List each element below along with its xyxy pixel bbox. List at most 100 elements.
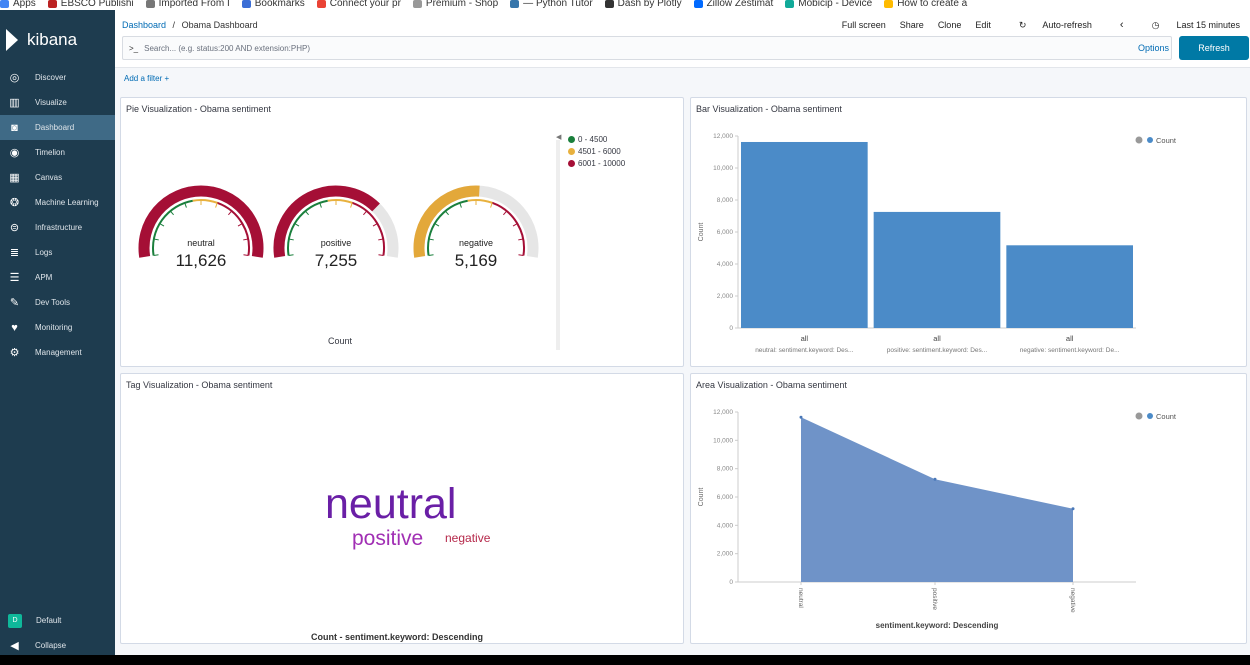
refresh-cycle-icon: ↻ <box>1018 19 1027 30</box>
gauge-positive[interactable]: positive 7,255 <box>273 185 399 270</box>
brand-name: kibana <box>27 30 78 49</box>
gauge-tick <box>159 223 165 227</box>
bookmark-item[interactable]: Apps <box>0 0 36 9</box>
gauge-negative[interactable]: negative 5,169 <box>413 185 539 270</box>
sidebar: kibana ◎ Discover ▥ Visualize ◙ Dashboard ◉ Tim… <box>0 10 115 655</box>
sidebar-item-machine-learning[interactable]: ❂ Machine Learning <box>0 190 115 215</box>
infrastructure-icon: ⊜ <box>9 222 20 234</box>
y-tick-label: 6,000 <box>717 229 734 236</box>
clock-icon: ◷ <box>1151 19 1160 30</box>
time-picker[interactable]: ◷ Last 15 minutes <box>1138 19 1240 31</box>
sidebar-item-management[interactable]: ⚙ Management <box>0 340 115 365</box>
sidebar-item-label: Discover <box>35 73 67 82</box>
sidebar-item-label: APM <box>35 273 53 282</box>
compass-icon: ◎ <box>9 72 20 84</box>
chart-legend[interactable]: Count <box>1135 136 1177 145</box>
refresh-button[interactable]: Refresh <box>1179 36 1249 60</box>
gauge-tick <box>184 202 187 208</box>
bookmark-item[interactable]: Dash by Plotly <box>604 0 682 9</box>
bookmark-item[interactable]: Premium - Shop <box>412 0 499 9</box>
time-back-button[interactable]: ‹ <box>1106 19 1124 31</box>
legend-label: 4501 - 6000 <box>578 146 621 156</box>
sidebar-item-apm[interactable]: ☰ APM <box>0 265 115 290</box>
sidebar-item-label: Monitoring <box>35 323 73 332</box>
tag-visualization-panel[interactable]: Tag Visualization - Obama sentiment neut… <box>120 373 684 644</box>
search-input[interactable]: >_ Search... (e.g. status:200 AND extens… <box>122 36 1172 60</box>
share-button[interactable]: Share <box>900 19 924 31</box>
tag-word-negative[interactable]: negative <box>445 532 490 545</box>
y-tick-label: 4,000 <box>717 261 734 268</box>
bookmark-item[interactable]: EBSCO Publishi <box>47 0 134 9</box>
sidebar-item-discover[interactable]: ◎ Discover <box>0 65 115 90</box>
x-tick-label: all <box>933 334 941 343</box>
area-visualization-panel[interactable]: Area Visualization - Obama sentiment 0 2,… <box>690 373 1247 644</box>
bookmark-item[interactable]: Mobicip - Device <box>785 0 872 9</box>
collapse-icon: ◀ <box>10 640 19 652</box>
add-filter-button[interactable]: Add a filter + <box>124 74 169 83</box>
bookmark-icon <box>241 0 251 8</box>
gauge-tick <box>228 210 232 216</box>
bookmark-item[interactable]: Connect your pr <box>316 0 401 9</box>
legend-label: Count <box>1156 136 1177 145</box>
sidebar-item-visualize[interactable]: ▥ Visualize <box>0 90 115 115</box>
bar[interactable] <box>741 141 868 328</box>
bookmark-label: Connect your pr <box>329 0 401 9</box>
legend-toggle-icon[interactable] <box>1135 412 1143 420</box>
clone-button[interactable]: Clone <box>938 19 962 31</box>
options-button[interactable]: Options <box>1138 43 1169 53</box>
gauge-footer: Count <box>328 336 353 346</box>
bookmark-item[interactable]: — Python Tutor <box>510 0 593 9</box>
breadcrumb: Dashboard / Obama Dashboard <box>122 20 258 30</box>
bookmark-label: Premium - Shop <box>425 0 499 9</box>
gauge-neutral[interactable]: neutral 11,626 <box>138 185 264 270</box>
search-prompt-icon: >_ <box>129 43 139 53</box>
kibana-logo[interactable]: kibana <box>6 26 77 54</box>
auto-refresh-button[interactable]: ↻ Auto-refresh <box>1005 19 1092 31</box>
fullscreen-button[interactable]: Full screen <box>842 19 886 31</box>
tag-word-neutral[interactable]: neutral <box>325 482 456 526</box>
area-series-fill[interactable] <box>801 417 1073 582</box>
sidebar-item-infrastructure[interactable]: ⊜ Infrastructure <box>0 215 115 240</box>
bookmark-label: Dash by Plotly <box>617 0 682 9</box>
sidebar-item-label: Machine Learning <box>35 198 99 207</box>
space-selector[interactable]: D Default <box>0 608 115 633</box>
area-point[interactable] <box>933 477 937 481</box>
legend-item[interactable]: 4501 - 6000 <box>568 145 625 157</box>
area-point[interactable] <box>1071 507 1075 511</box>
legend-toggle-icon[interactable] <box>1135 136 1143 144</box>
gauge-tick <box>512 223 518 227</box>
sidebar-item-logs[interactable]: ≣ Logs <box>0 240 115 265</box>
legend-scrollbar[interactable] <box>556 140 560 350</box>
bookmark-item[interactable]: Bookmarks <box>241 0 305 9</box>
y-tick-label: 2,000 <box>717 293 734 300</box>
y-tick-label: 10,000 <box>713 437 733 444</box>
tag-word-positive[interactable]: positive <box>352 528 423 550</box>
heartbeat-icon: ♥ <box>11 321 18 334</box>
bar[interactable] <box>1006 245 1133 328</box>
space-badge: D <box>8 613 22 628</box>
edit-button[interactable]: Edit <box>975 19 991 31</box>
sidebar-item-dev-tools[interactable]: ✎ Dev Tools <box>0 290 115 315</box>
sidebar-item-dashboard[interactable]: ◙ Dashboard <box>0 115 115 140</box>
bookmark-item[interactable]: How to create a <box>884 0 968 9</box>
bookmark-item[interactable]: Zillow Zestimat <box>693 0 773 9</box>
taskbar-strip <box>0 655 1250 665</box>
bookmark-item[interactable]: Imported From I <box>145 0 230 9</box>
bookmark-label: How to create a <box>897 0 968 9</box>
legend-label: 6001 - 10000 <box>578 158 626 168</box>
legend-item[interactable]: 6001 - 10000 <box>568 157 625 169</box>
x-sub-label: negative: sentiment.keyword: De... <box>1020 347 1120 354</box>
bar-visualization-panel[interactable]: Bar Visualization - Obama sentiment 0 2,0… <box>690 97 1247 367</box>
sidebar-item-timelion[interactable]: ◉ Timelion <box>0 140 115 165</box>
apm-icon: ☰ <box>9 272 20 284</box>
legend-item[interactable]: 0 - 4500 <box>568 133 625 145</box>
gauge-tick <box>288 238 294 241</box>
sidebar-item-canvas[interactable]: ▦ Canvas <box>0 165 115 190</box>
pie-visualization-panel[interactable]: Pie Visualization - Obama sentiment neut… <box>120 97 684 367</box>
timelion-icon: ◉ <box>9 147 20 159</box>
sidebar-item-monitoring[interactable]: ♥ Monitoring <box>0 315 115 340</box>
bar[interactable] <box>873 211 1001 328</box>
chart-legend[interactable]: Count <box>1135 412 1177 421</box>
breadcrumb-dashboard-link[interactable]: Dashboard <box>122 20 166 30</box>
area-point[interactable] <box>799 415 803 419</box>
